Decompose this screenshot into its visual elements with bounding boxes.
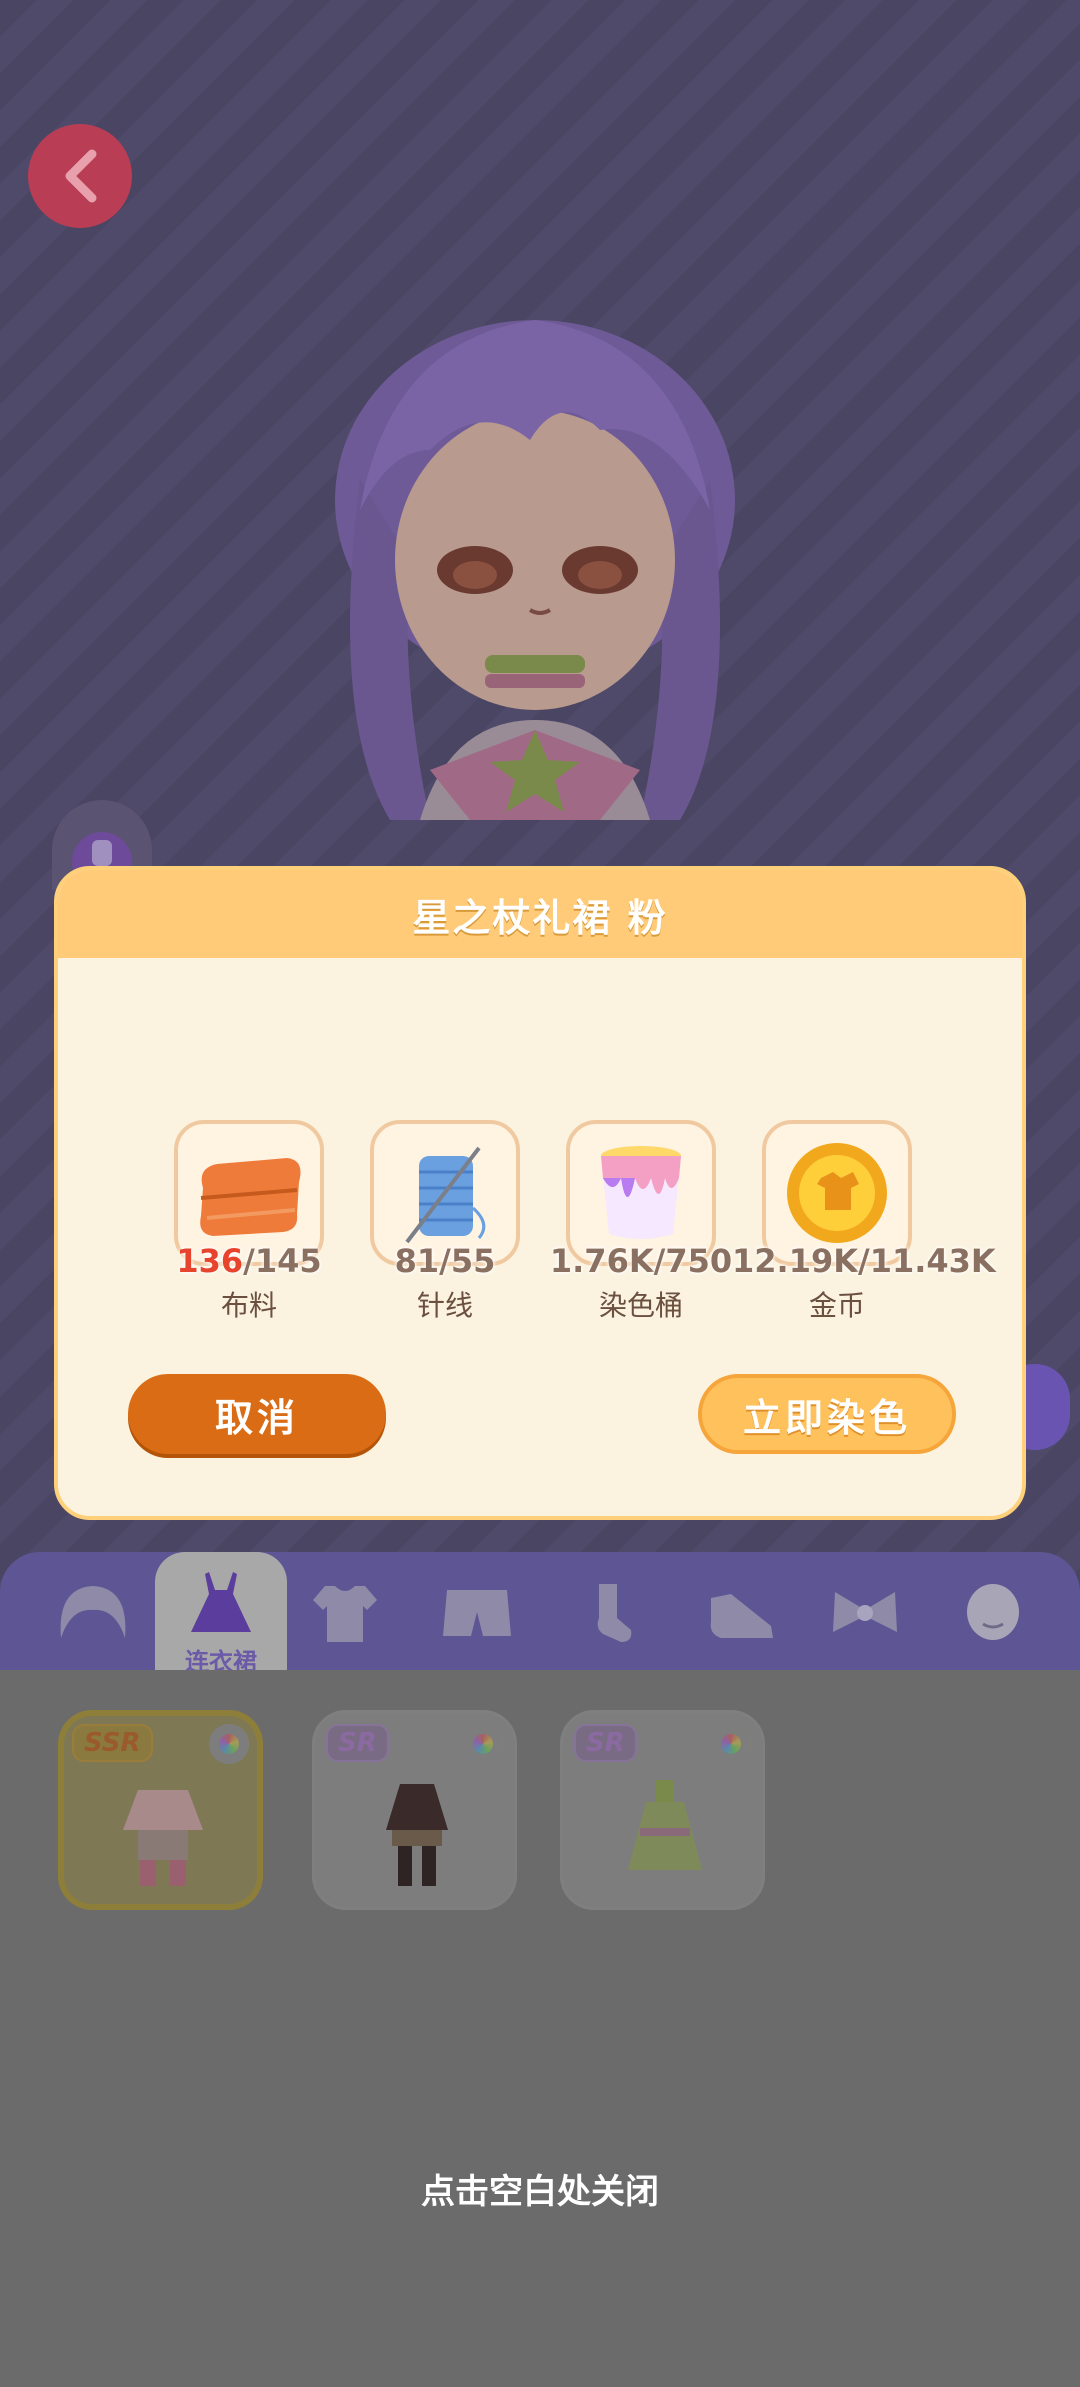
shoe-icon <box>710 1594 773 1638</box>
outfit-card-3[interactable]: SR <box>560 1710 765 1910</box>
dialog-title: 星之杖礼裙 粉 <box>58 870 1022 958</box>
face-icon <box>967 1584 1019 1640</box>
material-name: 金币 <box>808 1289 865 1322</box>
material-name: 布料 <box>220 1289 277 1322</box>
item-grid: SSR SR SR <box>0 1670 1080 2387</box>
material-dye-bucket: 1.76K/750 染色桶 <box>536 1120 746 1324</box>
rarity-badge: SR <box>574 1724 637 1762</box>
outfit-thumbnail <box>628 1780 702 1870</box>
sock-icon <box>597 1584 632 1642</box>
tab-dress[interactable]: 连衣裙 <box>155 1552 287 1682</box>
tab-socks[interactable] <box>564 1568 654 1658</box>
hair-icon <box>60 1586 126 1638</box>
tab-shoes[interactable] <box>696 1568 786 1658</box>
outfit-thumbnail <box>386 1784 448 1886</box>
rarity-badge: SR <box>326 1724 389 1762</box>
color-wheel-icon <box>209 1724 249 1764</box>
material-gold-coin: 12.19K/11.43K 金币 <box>732 1120 996 1324</box>
bow-icon <box>833 1592 897 1632</box>
material-name: 染色桶 <box>598 1289 683 1322</box>
dye-now-button[interactable]: 立即染色 <box>698 1374 956 1454</box>
dress-icon <box>191 1572 251 1632</box>
dye-dialog: 星之杖礼裙 粉 136/145 布料 81/55 针线 1.76K/750 染色… <box>54 866 1026 1520</box>
gold-coin-icon <box>787 1143 887 1243</box>
chevron-left-icon <box>65 149 97 203</box>
material-count: 1.76K/750 <box>549 1242 733 1280</box>
color-wheel-icon <box>711 1724 751 1764</box>
material-name: 针线 <box>416 1289 473 1322</box>
material-fabric: 136/145 布料 <box>144 1120 354 1324</box>
outfit-thumbnail <box>123 1790 203 1886</box>
material-count: 81/55 <box>394 1242 496 1280</box>
shirt-icon <box>313 1586 377 1642</box>
dye-bucket-icon <box>601 1146 681 1239</box>
material-count: 136/145 <box>176 1242 322 1280</box>
fabric-icon <box>200 1158 301 1236</box>
tab-hair[interactable] <box>48 1568 138 1658</box>
back-button[interactable] <box>28 124 132 228</box>
close-hint-text[interactable]: 点击空白处关闭 <box>0 2164 1080 2213</box>
cancel-button[interactable]: 取消 <box>128 1374 386 1454</box>
rarity-badge: SSR <box>72 1724 153 1762</box>
outfit-card-1[interactable]: SSR <box>58 1710 263 1910</box>
character-model <box>335 320 735 820</box>
color-wheel-icon <box>463 1724 503 1764</box>
needle-thread-icon <box>405 1146 486 1244</box>
tab-bottom[interactable] <box>432 1568 522 1658</box>
shorts-icon <box>443 1590 511 1636</box>
tab-face[interactable] <box>948 1568 1038 1658</box>
tab-accessories[interactable] <box>820 1568 910 1658</box>
material-count: 12.19K/11.43K <box>732 1242 996 1280</box>
outfit-card-2[interactable]: SR <box>312 1710 517 1910</box>
material-needle-thread: 81/55 针线 <box>340 1120 550 1324</box>
tab-top[interactable] <box>300 1568 390 1658</box>
